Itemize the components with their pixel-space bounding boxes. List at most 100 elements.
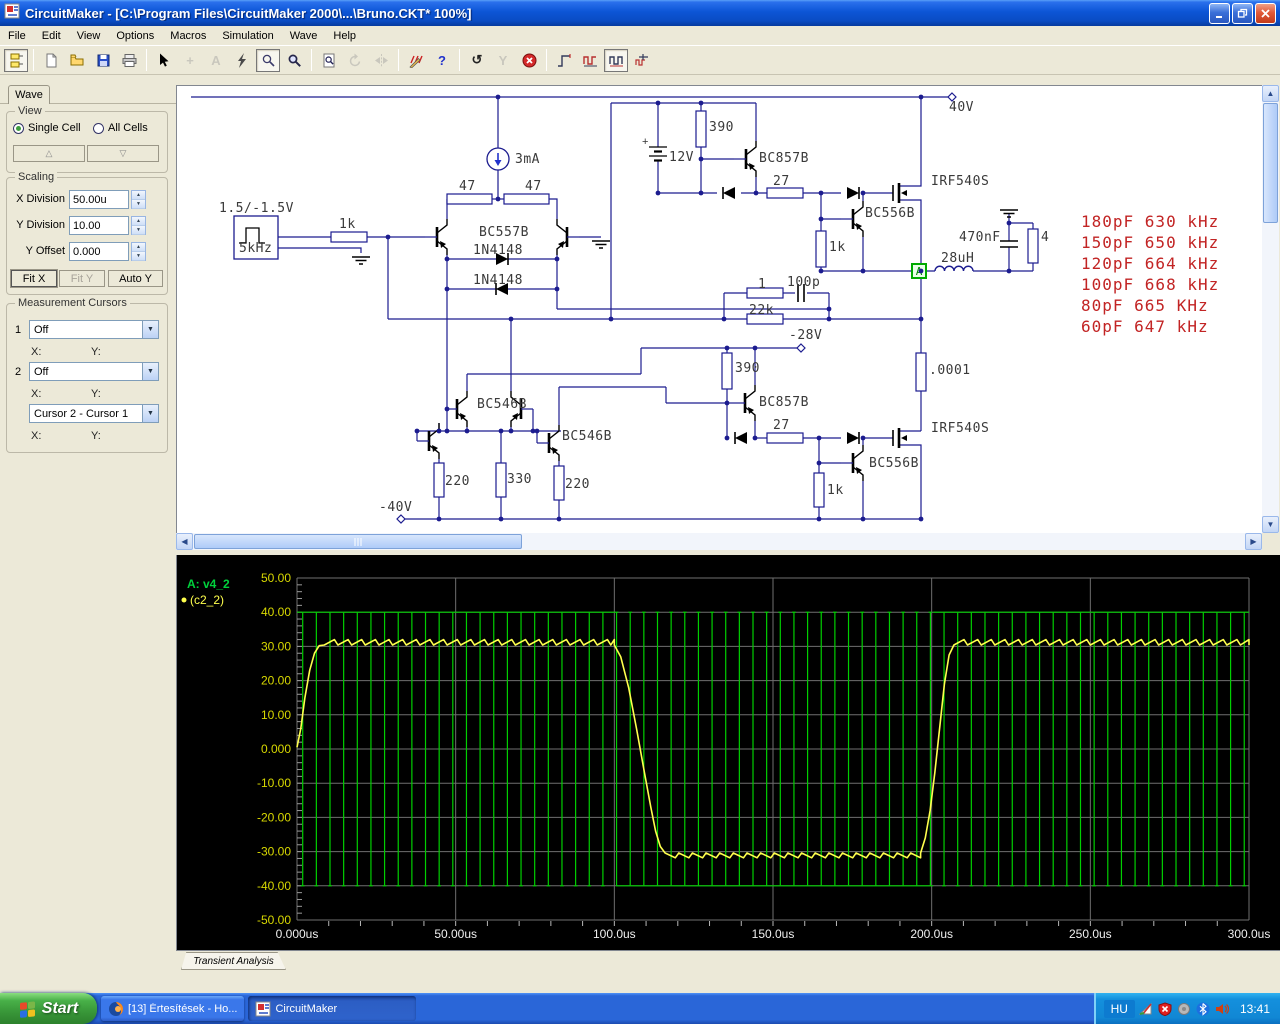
term-symbol[interactable] — [797, 344, 805, 352]
menu-item-edit[interactable]: Edit — [34, 28, 69, 44]
res-v-symbol[interactable] — [816, 231, 826, 267]
diode-symbol[interactable] — [723, 187, 735, 199]
batt-symbol[interactable]: + — [642, 136, 667, 161]
menu-item-file[interactable]: File — [0, 28, 34, 44]
fit-y-button[interactable]: Fit Y — [59, 270, 105, 287]
res-h-symbol[interactable] — [447, 194, 492, 204]
mirror-icon[interactable] — [369, 49, 393, 72]
menu-item-options[interactable]: Options — [108, 28, 162, 44]
simulation-setup-icon[interactable] — [404, 49, 428, 72]
cursor2-select[interactable]: Off ▼ — [29, 362, 159, 381]
analyses-setup-icon[interactable] — [604, 49, 628, 72]
wire-tool-icon[interactable]: + — [178, 49, 202, 72]
cursor1-dropdown-icon[interactable]: ▼ — [142, 321, 158, 338]
single-cell-radio[interactable] — [13, 123, 24, 134]
help-icon[interactable]: ? — [430, 49, 454, 72]
cursor1-select[interactable]: Off ▼ — [29, 320, 159, 339]
y-division-spinner[interactable]: ▲▼ — [131, 216, 146, 235]
res-v-symbol[interactable] — [814, 473, 824, 507]
scroll-down-icon[interactable]: ▼ — [1262, 516, 1279, 533]
minimize-button[interactable] — [1209, 3, 1230, 24]
schematic-vertical-scrollbar[interactable]: ▲ ▼ — [1262, 85, 1279, 533]
bjt-symbol[interactable] — [417, 423, 439, 459]
ind-symbol[interactable] — [935, 266, 973, 271]
fit-page-icon[interactable] — [317, 49, 341, 72]
res-v-symbol[interactable] — [916, 353, 926, 391]
probe-tool-icon[interactable]: Y — [491, 49, 515, 72]
scroll-right-icon[interactable]: ▶ — [1245, 533, 1262, 550]
bjt-symbol[interactable] — [557, 219, 579, 255]
y-offset-spinner[interactable]: ▲▼ — [131, 242, 146, 261]
isrc-symbol[interactable] — [487, 148, 509, 170]
stop-simulation-icon[interactable] — [517, 49, 541, 72]
bjt-symbol[interactable] — [733, 385, 755, 421]
parts-browser-icon[interactable] — [4, 49, 28, 72]
save-file-icon[interactable] — [91, 49, 115, 72]
task-firefox[interactable]: [13] Értesítések - Ho... — [101, 996, 244, 1021]
tablet-icon[interactable] — [1139, 1001, 1154, 1016]
x-division-input[interactable]: 50.00u — [69, 190, 129, 209]
fit-x-button[interactable]: Fit X — [11, 270, 57, 287]
open-file-icon[interactable] — [65, 49, 89, 72]
menu-item-simulation[interactable]: Simulation — [214, 28, 281, 44]
waveform-panel[interactable]: 50.0040.0030.0020.0010.000.000-10.00-20.… — [176, 555, 1280, 950]
zoom-select-tool-icon[interactable] — [256, 49, 280, 72]
bjt-symbol[interactable] — [425, 219, 447, 255]
res-v-symbol[interactable] — [1028, 229, 1038, 263]
analog-options-icon[interactable] — [578, 49, 602, 72]
cell-down-button[interactable]: ▽ — [87, 145, 159, 162]
horizontal-scroll-thumb[interactable] — [194, 534, 522, 549]
res-v-symbol[interactable] — [554, 466, 564, 500]
all-cells-radio[interactable] — [93, 123, 104, 134]
rotate-icon[interactable] — [343, 49, 367, 72]
res-h-symbol[interactable] — [767, 188, 803, 198]
language-indicator[interactable]: HU — [1104, 1000, 1135, 1018]
y-offset-input[interactable]: 0.000 — [69, 242, 129, 261]
digital-options-icon[interactable] — [552, 49, 576, 72]
restore-button[interactable] — [1232, 3, 1253, 24]
auto-y-button[interactable]: Auto Y — [108, 270, 163, 287]
cursor-diff-dropdown-icon[interactable]: ▼ — [142, 405, 158, 422]
text-tool-icon[interactable]: A — [204, 49, 228, 72]
audio-device-icon[interactable] — [1177, 1001, 1192, 1016]
bluetooth-icon[interactable] — [1196, 1001, 1211, 1016]
diode-symbol[interactable] — [735, 432, 747, 444]
close-button[interactable] — [1255, 3, 1276, 24]
schematic-canvas[interactable]: +A1.5/-1.5V5kHz1k3mA4747BC557B1N41481N41… — [176, 85, 1262, 533]
y-division-input[interactable]: 10.00 — [69, 216, 129, 235]
res-v-symbol[interactable] — [434, 463, 444, 497]
tab-transient-analysis[interactable]: Transient Analysis — [181, 952, 286, 970]
cell-up-button[interactable]: △ — [13, 145, 85, 162]
bjt-symbol[interactable] — [841, 445, 863, 481]
scroll-up-icon[interactable]: ▲ — [1262, 85, 1279, 102]
cap-v-symbol[interactable] — [1000, 241, 1018, 247]
schematic-svg[interactable]: +A1.5/-1.5V5kHz1k3mA4747BC557B1N41481N41… — [177, 86, 1263, 534]
diode-symbol[interactable] — [847, 432, 859, 444]
mixed-signal-icon[interactable] — [630, 49, 654, 72]
res-v-symbol[interactable] — [722, 353, 732, 389]
scroll-left-icon[interactable]: ◀ — [176, 533, 193, 550]
vertical-scroll-thumb[interactable] — [1263, 103, 1278, 223]
res-h-symbol[interactable] — [331, 232, 367, 242]
menu-item-help[interactable]: Help — [325, 28, 364, 44]
cursor2-dropdown-icon[interactable]: ▼ — [142, 363, 158, 380]
reset-icon[interactable]: ↺ — [465, 49, 489, 72]
res-h-symbol[interactable] — [767, 433, 803, 443]
res-v-symbol[interactable] — [496, 463, 506, 497]
bjt-symbol[interactable] — [841, 201, 863, 237]
tab-wave[interactable]: Wave — [8, 85, 50, 104]
start-button[interactable]: Start — [0, 993, 97, 1024]
select-tool-icon[interactable] — [152, 49, 176, 72]
task-circuitmaker[interactable]: CircuitMaker — [248, 996, 416, 1021]
menu-item-macros[interactable]: Macros — [162, 28, 214, 44]
cursor-diff-select[interactable]: Cursor 2 - Cursor 1 ▼ — [29, 404, 159, 423]
delete-tool-icon[interactable] — [230, 49, 254, 72]
volume-icon[interactable] — [1215, 1001, 1230, 1016]
res-v-symbol[interactable] — [696, 111, 706, 147]
gnd-symbol[interactable] — [592, 241, 610, 248]
menu-item-wave[interactable]: Wave — [282, 28, 326, 44]
zoom-tool-icon[interactable] — [282, 49, 306, 72]
print-icon[interactable] — [117, 49, 141, 72]
menu-item-view[interactable]: View — [69, 28, 109, 44]
schematic-horizontal-scrollbar[interactable]: ◀ ▶ — [176, 533, 1262, 550]
